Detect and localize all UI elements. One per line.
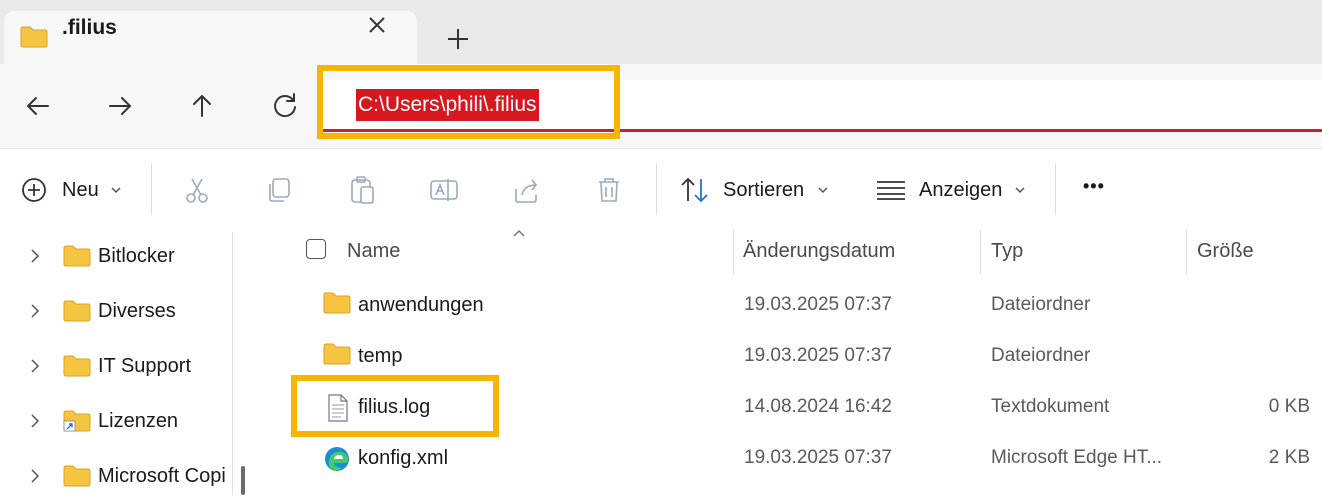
file-row[interactable]: konfig.xml 19.03.2025 07:37 Microsoft Edge… [260,434,1322,484]
share-icon[interactable] [510,173,544,207]
chevron-right-icon[interactable] [28,247,42,265]
sidebar-item-label: Microsoft Copi [98,465,226,487]
chevron-right-icon[interactable] [28,357,42,375]
sidebar-scrollbar[interactable] [241,466,245,495]
paste-icon[interactable] [345,173,379,207]
chevron-down-icon [818,187,828,194]
arrow-right-icon[interactable] [100,86,140,126]
column-divider[interactable] [1186,230,1187,274]
sidebar-item-label: Diverses [98,300,176,322]
view-button[interactable]: Anzeigen [919,179,1002,202]
plus-icon[interactable] [443,22,473,56]
tab-title: .filius [62,16,117,39]
column-header-type[interactable]: Typ [991,240,1023,263]
file-date: 19.03.2025 07:37 [744,345,892,366]
sort-ascending-icon [513,229,525,237]
select-all-checkbox[interactable] [306,239,326,259]
folder-icon [63,355,91,377]
file-size: 0 KB [1268,396,1310,417]
sidebar-divider [232,232,233,495]
sort-icon[interactable] [679,175,711,205]
file-type: Dateiordner [991,294,1091,315]
folder-icon [323,343,351,365]
folder-icon [63,245,91,267]
file-type: Microsoft Edge HT... [991,447,1163,468]
file-type: Textdokument [991,396,1110,417]
new-button[interactable]: Neu [62,179,99,202]
sidebar-item[interactable]: IT Support [0,339,232,394]
sidebar-item[interactable]: Lizenzen [0,394,232,449]
sidebar-item[interactable]: Diverses [0,284,232,339]
file-date: 19.03.2025 07:37 [744,294,892,315]
file-date: 19.03.2025 07:37 [744,447,892,468]
arrow-left-icon[interactable] [18,86,58,126]
arrow-up-icon[interactable] [182,86,222,126]
file-type: Dateiordner [991,345,1091,366]
column-header-date[interactable]: Änderungsdatum [743,240,895,263]
folder-icon [63,300,91,322]
sidebar-item[interactable]: Microsoft Copi [0,449,232,504]
file-size: 2 KB [1268,447,1310,468]
file-highlight-box [291,375,499,437]
refresh-icon[interactable] [265,86,305,126]
folder-icon [20,26,48,48]
chevron-right-icon[interactable] [28,302,42,320]
toolbar-separator [151,163,152,215]
sidebar-item[interactable]: Bitlocker [0,229,232,284]
rename-icon[interactable] [427,173,461,207]
toolbar-separator [656,163,657,215]
file-row[interactable]: anwendungen 19.03.2025 07:37 Dateiordner [260,281,1322,331]
column-divider[interactable] [733,230,734,274]
close-icon[interactable] [362,10,392,40]
folder-icon [323,292,351,314]
column-header-name[interactable]: Name [347,240,400,263]
file-date: 14.08.2024 16:42 [744,396,892,417]
more-options-button[interactable]: ••• [1083,176,1105,197]
toolbar-separator [1055,163,1056,215]
chevron-down-icon [111,187,121,194]
edge-icon [325,447,349,471]
view-icon[interactable] [875,179,907,201]
plus-circle-icon[interactable] [20,176,48,204]
chevron-down-icon [1015,187,1025,194]
chevron-right-icon[interactable] [28,467,42,485]
copy-icon[interactable] [262,173,296,207]
column-header-size[interactable]: Größe [1197,240,1254,263]
sidebar-item-label: IT Support [98,355,192,377]
sidebar-item-label: Bitlocker [98,245,175,267]
folder-icon [63,465,91,487]
file-name: anwendungen [358,294,484,316]
address-highlight-box [317,65,620,139]
sort-button[interactable]: Sortieren [723,179,804,202]
cut-icon[interactable] [180,173,214,207]
delete-icon[interactable] [592,173,626,207]
shortcut-folder-icon [63,410,91,432]
sidebar-item-label: Lizenzen [98,410,179,432]
chevron-right-icon[interactable] [28,412,42,430]
file-name: konfig.xml [358,447,449,469]
column-divider[interactable] [980,230,981,274]
file-name: temp [358,345,403,367]
